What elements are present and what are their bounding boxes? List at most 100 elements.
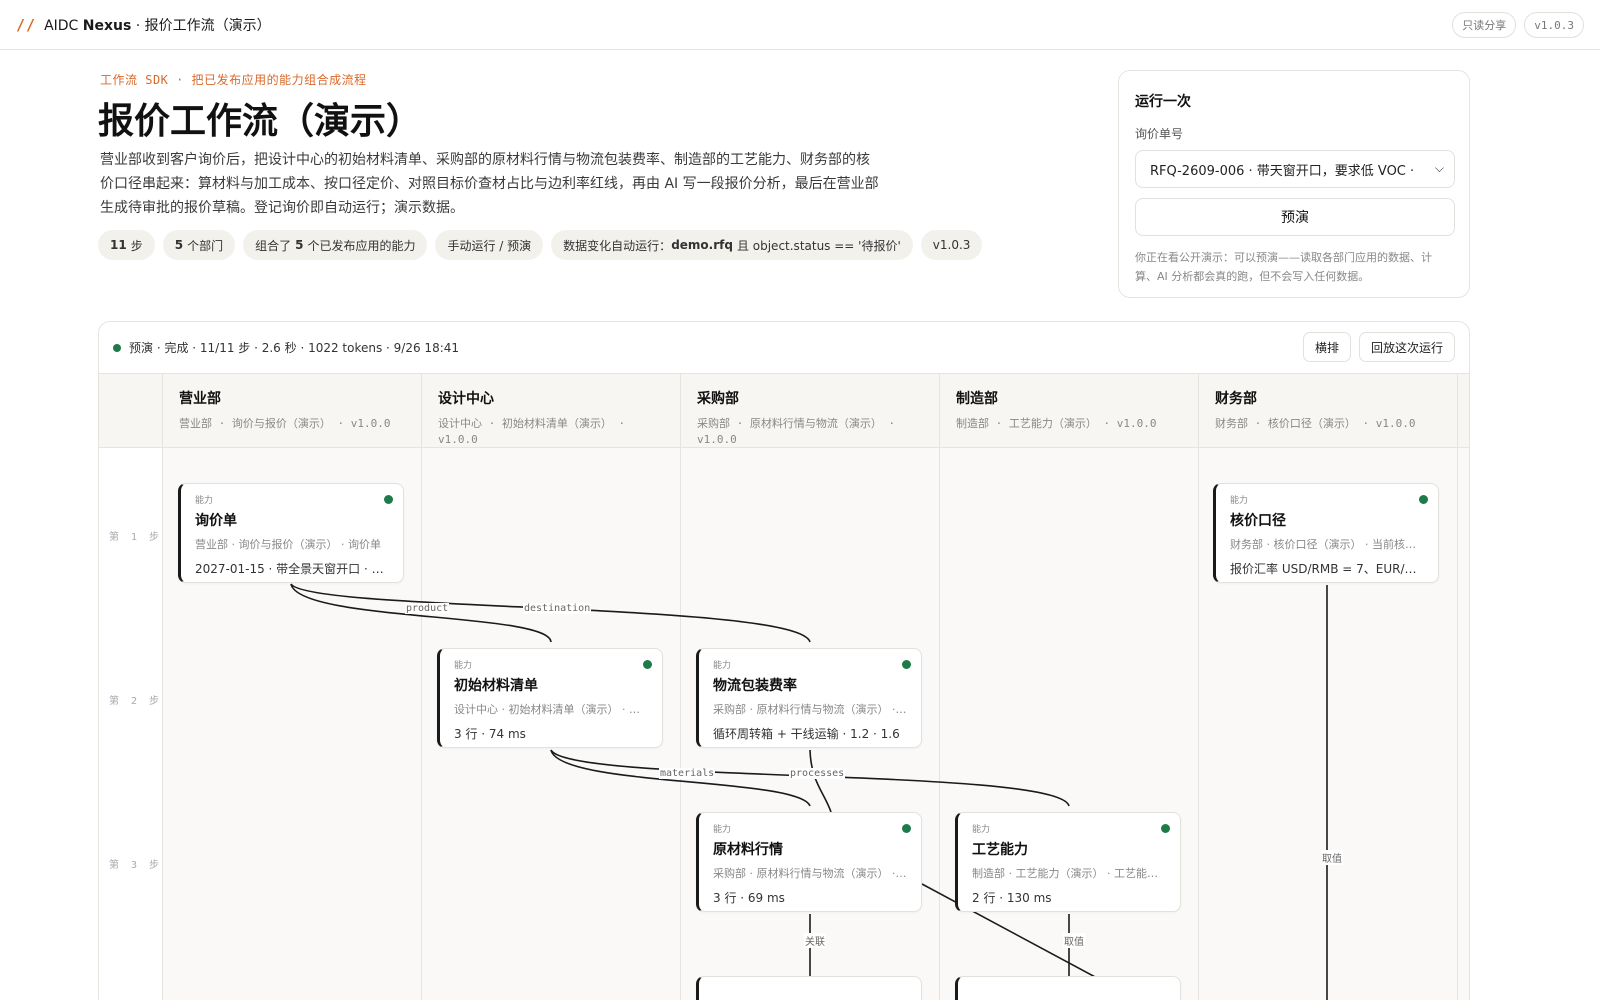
edge-label-product: product [405, 603, 450, 614]
edge-label-destination: destination [523, 603, 592, 614]
lane-name: 营业部 [179, 391, 221, 407]
brand-suffix: · 报价工作流（演示） [131, 17, 271, 34]
capability-card-bom[interactable]: 能力 初始材料清单 设计中心 · 初始材料清单（演示） · 零件清单 3 行 ·… [437, 648, 663, 748]
status-dot-icon [643, 660, 652, 669]
chip-auto-condition: 且 object.status == '待报价' [736, 238, 901, 253]
capability-card-logistics[interactable]: 能力 物流包装费率 采购部 · 原材料行情与物流（演示） · 物流费率 循环周转… [696, 648, 922, 748]
status-dot-icon [1161, 824, 1170, 833]
card-result: 2 行 · 130 ms [972, 891, 1052, 905]
version-badge: v1.0.3 [1524, 12, 1584, 38]
edge-label-materials: materials [659, 768, 716, 779]
step-label: 第 2 步 [109, 696, 163, 707]
status-dot-icon [1419, 495, 1428, 504]
lane-sales: 营业部 营业部 · 询价与报价（演示） · v1.0.0 [162, 374, 421, 1000]
lane-head-purchasing: 采购部 采购部 · 原材料行情与物流（演示） · v1.0.0 [681, 374, 939, 448]
run-panel-title: 运行一次 [1135, 94, 1191, 110]
edge-label-join: 关联 [804, 933, 826, 948]
card-result: 报价汇率 USD/RMB = 7、EUR/RMB = 8 [1230, 562, 1424, 576]
lane-head-sales: 营业部 营业部 · 询价与报价（演示） · v1.0.0 [163, 374, 421, 448]
lane-meta: 财务部 · 核价口径（演示） · v1.0.0 [1215, 417, 1416, 430]
rfq-field-label: 询价单号 [1135, 127, 1184, 141]
summary-chips: 11 步 5 个部门 组合了 5 个已发布应用的能力 手动运行 / 预演 数据变化自动运… [98, 230, 983, 260]
card-kind: 能力 [195, 496, 214, 506]
card-kind: 能力 [713, 825, 732, 835]
lane-name: 设计中心 [438, 391, 494, 407]
layout-toggle-button[interactable]: 横排 [1302, 332, 1351, 362]
lane-name: 财务部 [1215, 391, 1257, 407]
lane-meta: 设计中心 · 初始材料清单（演示） · v1.0.0 [438, 417, 626, 446]
step-label: 第 1 步 [109, 532, 163, 543]
card-result: 3 行 · 69 ms [713, 891, 785, 905]
card-title: 核价口径 [1230, 513, 1286, 529]
chip-combo: 组合了 5 个已发布应用的能力 [243, 230, 428, 260]
step-label: 第 3 步 [109, 860, 163, 871]
edge-label-pick-finance: 取值 [1321, 850, 1343, 865]
card-result: 2027-01-15 · 带全景天窗开口 · RFQ [195, 562, 389, 576]
capability-card-next-manufacturing[interactable] [955, 976, 1181, 1000]
lane-meta: 制造部 · 工艺能力（演示） · v1.0.0 [956, 417, 1157, 430]
chevron-down-icon: ⌵ [1434, 161, 1444, 175]
status-dot-icon [902, 660, 911, 669]
card-result: 循环周转箱 + 干线运输 · 1.2 · 1.6 [713, 727, 900, 741]
brand-prefix: AIDC [44, 17, 83, 34]
card-title: 工艺能力 [972, 842, 1028, 858]
card-source: 财务部 · 核价口径（演示） · 当前核价口径 [1230, 538, 1424, 551]
brand-slash-icon: // [16, 15, 37, 34]
rfq-select-value: RFQ-2609-006 · 带天窗开口，要求低 VOC · [1150, 163, 1415, 179]
preview-run-button[interactable]: 预演 [1135, 198, 1455, 236]
brand[interactable]: AIDC Nexus · 报价工作流（演示） [44, 15, 271, 35]
lane-head-overflow [1458, 374, 1469, 448]
lane-meta: 采购部 · 原材料行情与物流（演示） · v1.0.0 [697, 417, 896, 446]
chip-manual: 手动运行 / 预演 [435, 230, 544, 260]
replay-run-button[interactable]: 回放这次运行 [1358, 332, 1455, 362]
card-kind: 能力 [972, 825, 991, 835]
readonly-badge: 只读分享 [1452, 12, 1517, 38]
rfq-select[interactable]: RFQ-2609-006 · 带天窗开口，要求低 VOC · ⌵ [1135, 150, 1455, 188]
capability-card-material-prices[interactable]: 能力 原材料行情 采购部 · 原材料行情与物流（演示） · 行情 3 行 · 6… [696, 812, 922, 912]
card-source: 采购部 · 原材料行情与物流（演示） · 行情 [713, 867, 907, 880]
capability-card-next-purchasing[interactable] [696, 976, 922, 1000]
capability-card-rfq[interactable]: 能力 询价单 营业部 · 询价与报价（演示） · 询价单 2027-01-15 … [178, 483, 404, 583]
run-status-bar: 预演 · 完成 · 11/11 步 · 2.6 秒 · 1022 tokens … [99, 322, 1469, 374]
chip-auto-prefix: 数据变化自动运行： [563, 238, 672, 253]
lane-overflow [1457, 374, 1469, 1000]
chip-auto-object: demo.rfq [671, 238, 733, 252]
lane-head-finance: 财务部 财务部 · 核价口径（演示） · v1.0.0 [1199, 374, 1457, 448]
run-panel: 运行一次 询价单号 RFQ-2609-006 · 带天窗开口，要求低 VOC ·… [1118, 70, 1470, 298]
card-result: 3 行 · 74 ms [454, 727, 526, 741]
lane-name: 采购部 [697, 391, 739, 407]
edge-label-pick: 取值 [1063, 933, 1085, 948]
lane-finance: 财务部 财务部 · 核价口径（演示） · v1.0.0 [1198, 374, 1457, 1000]
card-title: 初始材料清单 [454, 678, 538, 694]
lane-name: 制造部 [956, 391, 998, 407]
workflow-canvas: 预演 · 完成 · 11/11 步 · 2.6 秒 · 1022 tokens … [98, 321, 1470, 1000]
chip-steps-unit: 步 [130, 238, 143, 253]
card-source: 制造部 · 工艺能力（演示） · 工艺能力清单 [972, 867, 1166, 880]
lane-meta: 营业部 · 询价与报价（演示） · v1.0.0 [179, 417, 391, 430]
card-title: 询价单 [195, 513, 237, 529]
run-panel-note: 你正在看公开演示：可以预演——读取各部门应用的数据、计算、AI 分析都会真的跑，… [1135, 251, 1432, 283]
card-source: 设计中心 · 初始材料清单（演示） · 零件清单 [454, 703, 648, 716]
chip-combo-num: 5 [295, 238, 304, 252]
card-title: 物流包装费率 [713, 678, 797, 694]
chip-steps: 11 步 [98, 230, 155, 260]
eyebrow: 工作流 SDK · 把已发布应用的能力组合成流程 [100, 73, 367, 87]
page-title: 报价工作流（演示） [98, 100, 423, 142]
capability-card-pricing-basis[interactable]: 能力 核价口径 财务部 · 核价口径（演示） · 当前核价口径 报价汇率 USD… [1213, 483, 1439, 583]
chip-steps-num: 11 [110, 238, 127, 252]
edge-label-processes: processes [789, 768, 846, 779]
run-status-text: 预演 · 完成 · 11/11 步 · 2.6 秒 · 1022 tokens … [129, 341, 460, 355]
top-bar: // AIDC Nexus · 报价工作流（演示） 只读分享 v1.0.3 [0, 0, 1600, 50]
card-kind: 能力 [454, 661, 473, 671]
card-source: 采购部 · 原材料行情与物流（演示） · 物流费率 [713, 703, 907, 716]
step-gutter [99, 374, 162, 1000]
chip-combo-suffix: 个已发布应用的能力 [307, 238, 416, 253]
capability-card-process-capability[interactable]: 能力 工艺能力 制造部 · 工艺能力（演示） · 工艺能力清单 2 行 · 13… [955, 812, 1181, 912]
card-title: 原材料行情 [713, 842, 783, 858]
card-kind: 能力 [713, 661, 732, 671]
status-dot-icon [902, 824, 911, 833]
page-description: 营业部收到客户询价后，把设计中心的初始材料清单、采购部的原材料行情与物流包装费率… [100, 152, 879, 216]
lane-head-design: 设计中心 设计中心 · 初始材料清单（演示） · v1.0.0 [422, 374, 680, 448]
card-source: 营业部 · 询价与报价（演示） · 询价单 [195, 538, 381, 551]
chip-version: v1.0.3 [920, 230, 983, 260]
